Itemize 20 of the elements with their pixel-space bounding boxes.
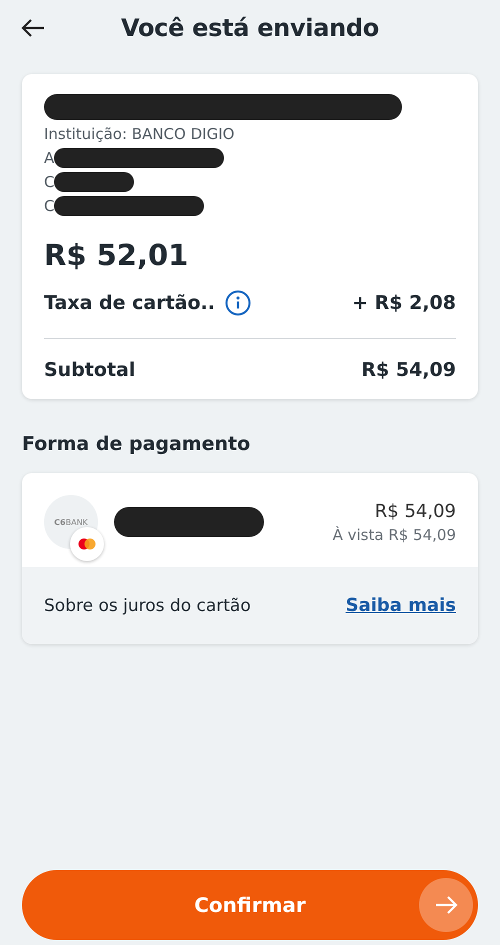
page-title: Você está enviando [120, 14, 380, 42]
amount-text: R$ 52,01 [44, 238, 190, 272]
detail-text: C [44, 173, 54, 191]
fee-value: + R$ 2,08 [352, 292, 456, 314]
back-icon[interactable] [20, 18, 46, 38]
learn-more-link[interactable]: Saiba mais [346, 595, 456, 616]
interest-text: Sobre os juros do cartão [44, 596, 251, 616]
subtotal-label: Subtotal [44, 359, 136, 381]
detail-text: A [44, 149, 54, 167]
info-icon[interactable] [224, 290, 251, 316]
section-title: Forma de pagamento [22, 433, 252, 455]
installment-text: À vista R$ 54,09 [332, 526, 456, 544]
card-brand-icon [70, 527, 104, 561]
confirm-button[interactable]: Confirmar [22, 870, 478, 940]
payment-card[interactable]: C6BANK R$ 54,09 À vista R$ 54,09 Sobre os juros do cartão Saiba mais [22, 473, 478, 644]
detail-text: C [44, 197, 54, 215]
card-amount: R$ 54,09 [374, 500, 456, 522]
institution-text: Instituição: BANCO DIGIO [44, 125, 234, 143]
subtotal-value: R$ 54,09 [361, 359, 456, 381]
fee-label: Taxa de cartão.. [44, 292, 215, 314]
